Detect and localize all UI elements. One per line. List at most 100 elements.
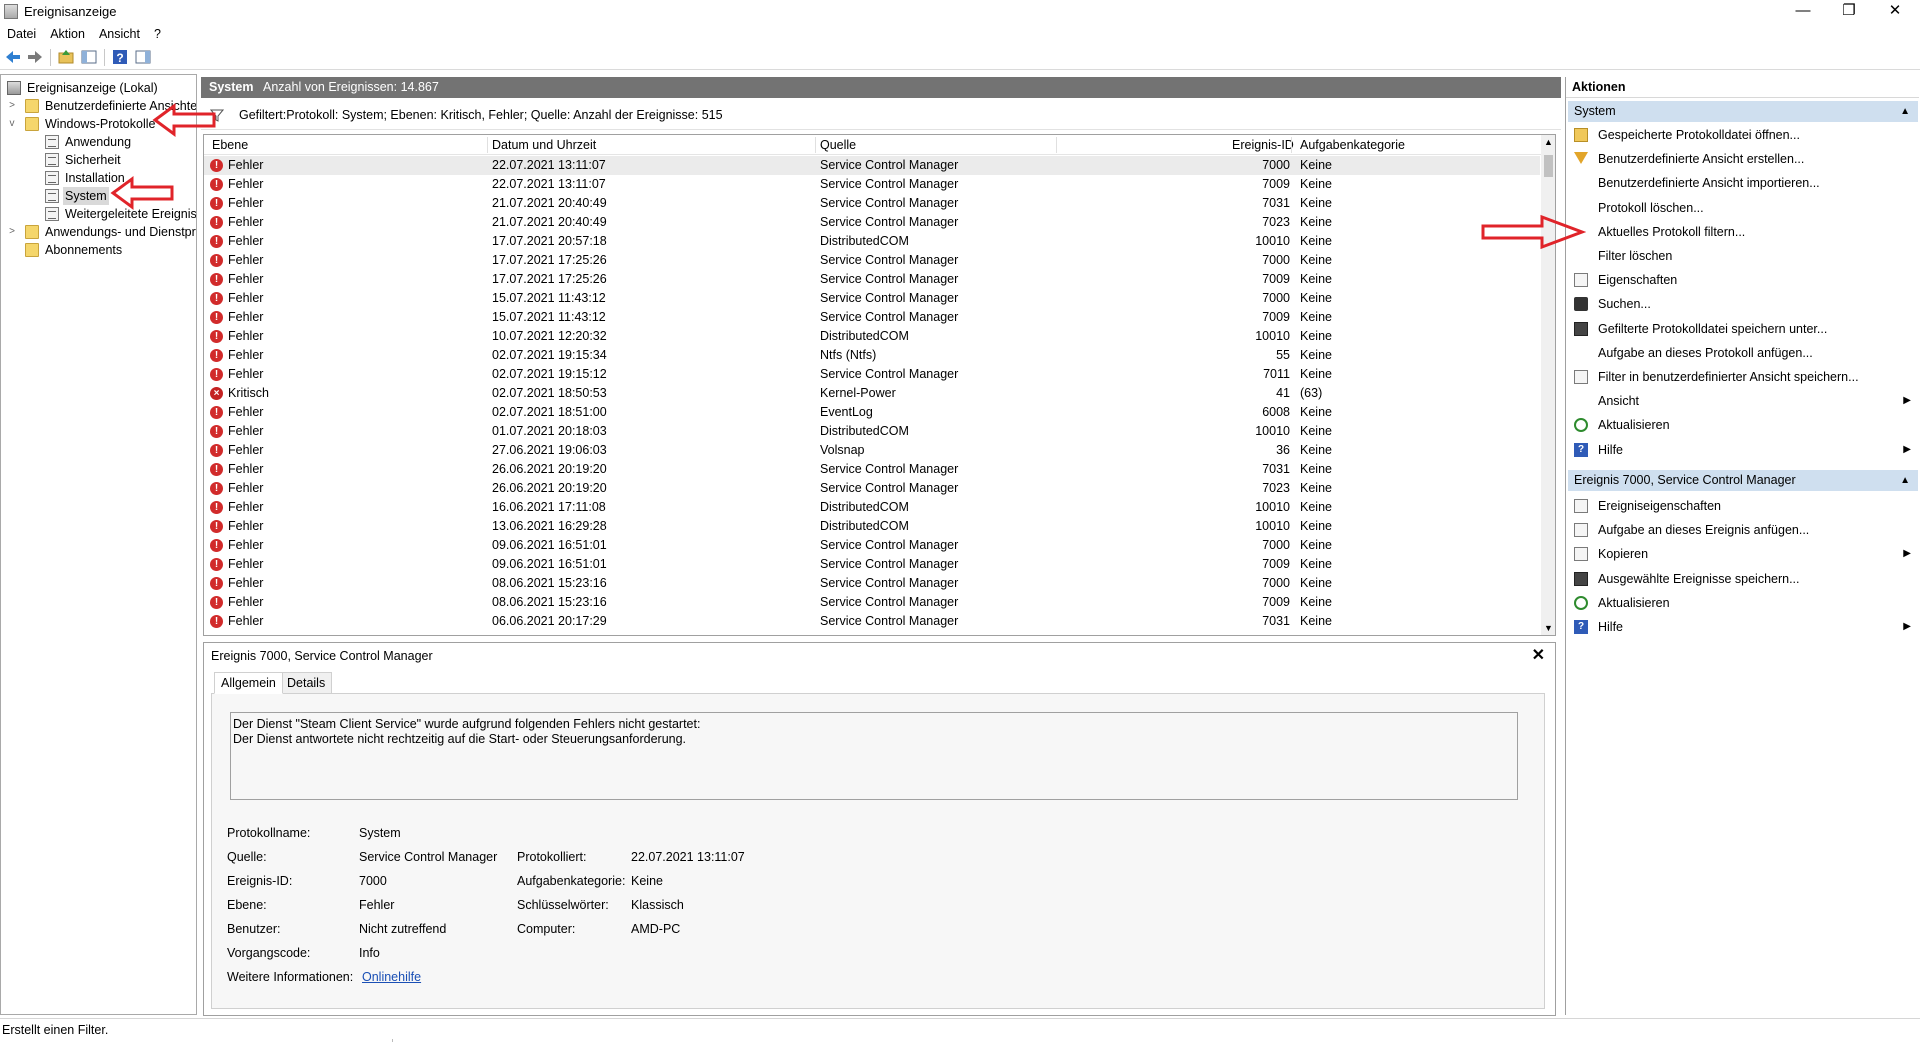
menu-aktion[interactable]: Aktion [43,24,92,44]
action-aufgabe-an-dieses-protokoll-anfügen[interactable]: Aufgabe an dieses Protokoll anfügen... [1566,341,1919,365]
scroll-down-icon[interactable]: ▼ [1544,623,1553,633]
action-kopieren[interactable]: Kopieren ▶ [1566,542,1919,566]
close-detail-icon[interactable]: ✕ [1532,645,1545,665]
table-row[interactable]: ! Fehler 21.07.2021 20:40:49 Service Contro… [204,194,1540,213]
menu-help[interactable]: ? [147,24,168,44]
tree-item-system[interactable]: System [45,187,109,205]
expand-arrow-icon[interactable]: > [7,223,17,241]
column-header-event-id[interactable]: Ereignis-ID [1232,138,1294,152]
collapse-arrow-icon[interactable]: v [7,115,17,133]
table-row[interactable]: ! Fehler 08.06.2021 15:23:16 Service Contro… [204,593,1540,612]
cell-level: Fehler [228,348,264,362]
action-ereigniseigenschaften[interactable]: Ereigniseigenschaften [1566,494,1919,518]
table-row[interactable]: ! Fehler 16.06.2021 17:11:08 DistributedCOM… [204,498,1540,517]
action-aktualisieren[interactable]: Aktualisieren [1566,413,1919,437]
menu-datei[interactable]: Datei [0,24,43,44]
column-divider[interactable] [1291,137,1292,153]
column-divider[interactable] [815,137,816,153]
cell-event-id: 7031 [1262,196,1290,210]
actions-section-event[interactable]: Ereignis 7000, Service Control Manager ▲ [1568,470,1918,491]
action-benutzerdefinierte-ansicht-importieren[interactable]: Benutzerdefinierte Ansicht importieren..… [1566,171,1919,195]
column-divider[interactable] [1056,137,1057,153]
action-label: Hilfe [1598,442,1624,457]
action-benutzerdefinierte-ansicht-erstellen[interactable]: Benutzerdefinierte Ansicht erstellen... [1566,147,1919,171]
restore-button[interactable]: ❐ [1826,0,1872,24]
action-ansicht[interactable]: Ansicht ▶ [1566,389,1919,413]
cell-event-id: 6008 [1262,405,1290,419]
table-row[interactable]: × Kritisch 02.07.2021 18:50:53 Kernel-Power… [204,384,1540,403]
expand-arrow-icon[interactable]: > [7,97,17,115]
action-label: Aufgabe an dieses Ereignis anfügen... [1598,523,1810,538]
forward-arrow-icon[interactable] [26,48,44,66]
actions-section-system[interactable]: System ▲ [1568,101,1918,122]
scroll-up-icon[interactable]: ▲ [1544,137,1553,147]
close-window-button[interactable]: ✕ [1872,0,1918,24]
action-eigenschaften[interactable]: Eigenschaften [1566,268,1919,292]
collapse-caret-icon[interactable]: ▲ [1900,101,1910,122]
action-aktuelles-protokoll-filtern[interactable]: Aktuelles Protokoll filtern... [1566,220,1919,244]
error-icon: ! [210,463,223,476]
title-bar: Ereignisanzeige — ❐ ✕ [0,0,1920,24]
table-row[interactable]: ! Fehler 17.07.2021 20:57:18 DistributedCOM… [204,232,1540,251]
cell-task-category: Keine [1300,538,1332,552]
table-row[interactable]: ! Fehler 09.06.2021 16:51:01 Service Contro… [204,555,1540,574]
cell-event-id: 7000 [1262,253,1290,267]
action-ausgewählte-ereignisse-speichern[interactable]: Ausgewählte Ereignisse speichern... [1566,567,1919,591]
help-icon[interactable]: ? [111,48,129,66]
menu-ansicht[interactable]: Ansicht [92,24,147,44]
cell-date: 08.06.2021 15:23:16 [492,576,607,590]
up-folder-icon[interactable] [57,48,75,66]
show-hide-tree-icon[interactable] [80,48,98,66]
table-row[interactable]: ! Fehler 27.06.2021 19:06:03 Volsnap 36 Keine [204,441,1540,460]
collapse-caret-icon[interactable]: ▲ [1900,470,1910,491]
action-filter-löschen[interactable]: Filter löschen [1566,244,1919,268]
scrollbar-thumb[interactable] [1544,155,1553,177]
table-row[interactable]: ! Fehler 22.07.2021 13:11:07 Service Contro… [204,156,1540,175]
back-arrow-icon[interactable] [4,48,22,66]
action-gefilterte-protokolldatei-speichern-unter[interactable]: Gefilterte Protokolldatei speichern unte… [1566,317,1919,341]
action-gespeicherte-protokolldatei-öffnen[interactable]: Gespeicherte Protokolldatei öffnen... [1566,123,1919,147]
action-suchen[interactable]: Suchen... [1566,292,1919,316]
action-filter-in-benutzerdefinierter-ansicht-speichern[interactable]: Filter in benutzerdefinierter Ansicht sp… [1566,365,1919,389]
event-message-box[interactable]: Der Dienst "Steam Client Service" wurde … [230,712,1518,800]
action-protokoll-löschen[interactable]: Protokoll löschen... [1566,196,1919,220]
show-hide-action-pane-icon[interactable] [134,48,152,66]
table-row[interactable]: ! Fehler 15.07.2021 11:43:12 Service Contro… [204,308,1540,327]
tab-allgemein[interactable]: Allgemein [214,672,283,694]
table-row[interactable]: ! Fehler 02.07.2021 19:15:12 Service Contro… [204,365,1540,384]
table-row[interactable]: ! Fehler 09.06.2021 16:51:01 Service Contro… [204,536,1540,555]
table-row[interactable]: ! Fehler 10.07.2021 12:20:32 DistributedCOM… [204,327,1540,346]
window-title: Ereignisanzeige [24,4,117,19]
action-hilfe[interactable]: ? Hilfe ▶ [1566,438,1919,462]
table-row[interactable]: ! Fehler 02.07.2021 18:51:00 EventLog 6008 Ke… [204,403,1540,422]
table-row[interactable]: ! Fehler 02.07.2021 19:15:34 Ntfs (Ntfs) 55 K… [204,346,1540,365]
table-row[interactable]: ! Fehler 01.07.2021 20:18:03 DistributedCOM… [204,422,1540,441]
action-aufgabe-an-dieses-ereignis-anfügen[interactable]: Aufgabe an dieses Ereignis anfügen... [1566,518,1919,542]
tab-details[interactable]: Details [280,672,333,694]
cell-task-category: Keine [1300,196,1332,210]
cell-level: Fehler [228,557,264,571]
table-row[interactable]: ! Fehler 13.06.2021 16:29:28 DistributedCOM… [204,517,1540,536]
table-row[interactable]: ! Fehler 17.07.2021 17:25:26 Service Contro… [204,251,1540,270]
table-row[interactable]: ! Fehler 22.07.2021 13:11:07 Service Contro… [204,175,1540,194]
table-row[interactable]: ! Fehler 26.06.2021 20:19:20 Service Contro… [204,460,1540,479]
online-help-link[interactable]: Onlinehilfe [362,970,421,984]
column-header-source[interactable]: Quelle [820,138,856,152]
column-divider[interactable] [487,137,488,153]
table-row[interactable]: ! Fehler 17.07.2021 17:25:26 Service Contro… [204,270,1540,289]
column-header-task-category[interactable]: Aufgabenkategorie [1300,138,1405,152]
action-hilfe[interactable]: ? Hilfe ▶ [1566,615,1919,639]
table-row[interactable]: ! Fehler 26.06.2021 20:19:20 Service Contro… [204,479,1540,498]
status-text: Erstellt einen Filter. [2,1023,109,1037]
column-header-date[interactable]: Datum und Uhrzeit [492,138,596,152]
table-row[interactable]: ! Fehler 08.06.2021 15:23:16 Service Contro… [204,574,1540,593]
action-label: Ereigniseigenschaften [1598,499,1721,513]
action-aktualisieren[interactable]: Aktualisieren [1566,591,1919,615]
table-row[interactable]: ! Fehler 15.07.2021 11:43:12 Service Contro… [204,289,1540,308]
table-row[interactable]: ! Fehler 21.07.2021 20:40:49 Service Contro… [204,213,1540,232]
column-header-level[interactable]: Ebene [212,138,248,152]
events-vertical-scrollbar[interactable]: ▲ ▼ [1541,135,1555,635]
table-row[interactable]: ! Fehler 06.06.2021 20:17:29 Service Contro… [204,612,1540,631]
minimize-button[interactable]: — [1780,0,1826,24]
cell-task-category: Keine [1300,576,1332,590]
